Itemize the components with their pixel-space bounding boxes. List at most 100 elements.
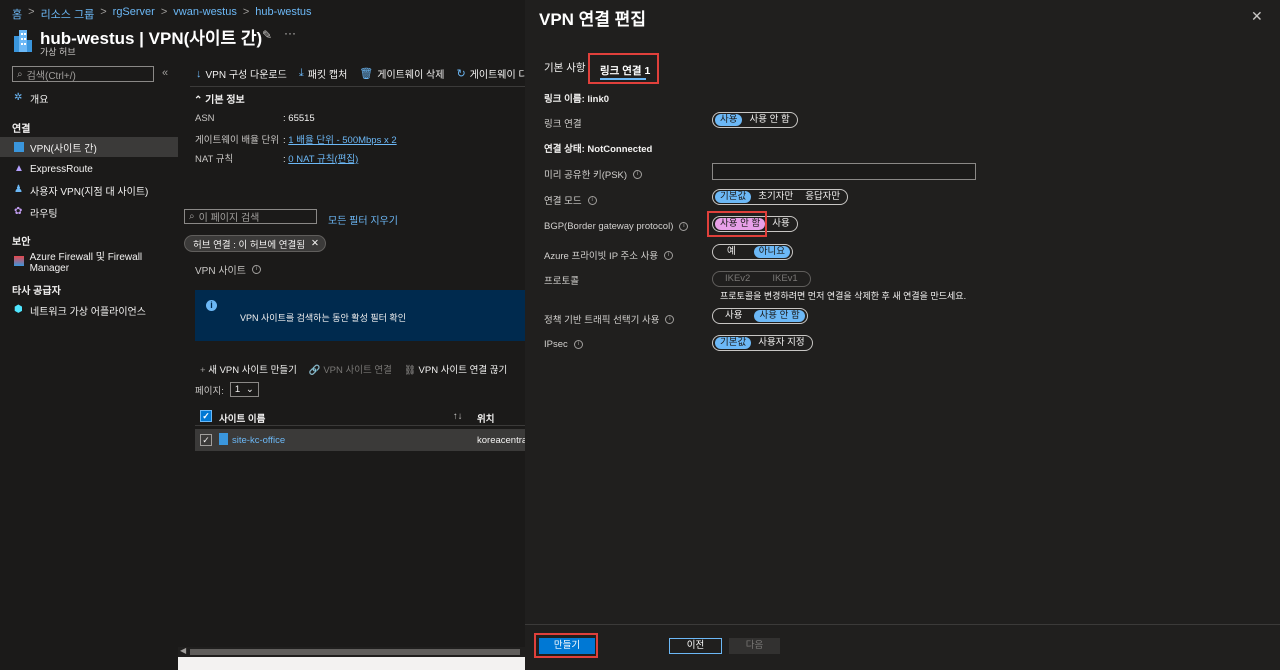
breadcrumb-separator: > (160, 6, 168, 18)
tab-basics[interactable]: 기본 사항 (544, 60, 586, 75)
toggle-option[interactable]: 사용 (767, 218, 794, 230)
sidebar-item-firewall[interactable]: Azure Firewall 및 Firewall Manager (0, 251, 178, 274)
next-button[interactable]: 다음 (729, 638, 780, 654)
info-icon[interactable]: i (679, 222, 689, 231)
toggle-option[interactable]: 응답자만 (800, 191, 845, 203)
toggle-option[interactable]: 사용자 지정 (753, 337, 809, 349)
breadcrumb-vwan[interactable]: vwan-westus (173, 6, 237, 22)
essentials-label: ASN (195, 113, 215, 124)
download-vpn-config-button[interactable]: ↓ VPN 구성 다운로드 (196, 66, 287, 82)
connection-mode-text: 연결 모드 (544, 196, 582, 207)
info-icon[interactable]: i (664, 250, 674, 260)
info-icon[interactable]: i (665, 314, 675, 324)
breadcrumb-home[interactable]: 홈 (12, 6, 22, 22)
select-all-checkbox[interactable]: ✓ (200, 410, 212, 422)
disconnect-vpn-site-button[interactable]: ⛓ VPN 사이트 연결 끊기 (404, 362, 507, 376)
create-vpn-site-button[interactable]: + 새 VPN 사이트 만들기 (200, 362, 297, 376)
sidebar-item-label: 사용자 VPN(지점 대 사이트) (30, 186, 149, 198)
essentials-heading: 기본 정보 (205, 95, 245, 106)
grid-header: ✓ 사이트 이름 ↑↓ 위치 (195, 406, 525, 426)
toggle-option[interactable]: 초기자만 (753, 191, 798, 203)
bgp-label: BGP(Border gateway protocol) i (544, 221, 689, 232)
sidebar-item-vpn-s2s[interactable]: VPN(사이트 간) (0, 137, 178, 157)
toggle-option[interactable]: 예 (715, 246, 752, 258)
collapse-sidebar-icon[interactable]: « (162, 67, 168, 79)
policy-selector-toggle[interactable]: 사용 사용 안 함 (712, 308, 808, 324)
page-select[interactable]: 1 ⌄ (229, 382, 259, 397)
sidebar-item-nva[interactable]: ⬢ 네트워크 가상 어플라이언스 (0, 300, 178, 320)
sidebar-item-label: 네트워크 가상 어플라이언스 (30, 306, 146, 318)
breadcrumb-resource-groups[interactable]: 리소스 그룹 (41, 6, 95, 22)
toggle-option[interactable]: IKEv1 (762, 273, 807, 285)
connection-mode-toggle[interactable]: 기본값 초기자만 응답자만 (712, 189, 849, 205)
private-ip-toggle[interactable]: 예 아니요 (712, 244, 793, 260)
toggle-option[interactable]: 사용 (715, 114, 743, 126)
horizontal-scrollbar[interactable]: ◀ (178, 646, 525, 657)
info-icon[interactable]: i (633, 169, 643, 179)
search-icon: ⌕ (17, 68, 23, 80)
connect-vpn-site-button[interactable]: 🔗 VPN 사이트 연결 (309, 362, 392, 376)
ipsec-toggle[interactable]: 기본값 사용자 지정 (712, 335, 813, 351)
tab-link-connection[interactable]: 링크 연결 1 (588, 53, 659, 84)
scrollbar-thumb[interactable] (190, 649, 520, 655)
delete-gateway-button[interactable]: 🗑 게이트웨이 삭제 (359, 66, 444, 81)
scroll-left-icon[interactable]: ◀ (180, 646, 186, 655)
firewall-icon (14, 256, 24, 266)
sidebar-search-input[interactable]: ⌕ 검색(Ctrl+/) (12, 66, 154, 82)
command-bar: ↓ VPN 구성 다운로드 ⤓ 패킷 캡처 🗑 게이트웨이 삭제 ↻ 게이트웨이 다시 (196, 66, 537, 81)
policy-selector-label: 정책 기반 트래픽 선택기 사용 i (544, 312, 675, 326)
plus-icon: + (200, 365, 206, 376)
nat-rules-link[interactable]: 0 NAT 규칙(편집) (288, 154, 358, 165)
close-icon[interactable]: ✕ (1251, 8, 1263, 25)
packet-capture-button[interactable]: ⤓ 패킷 캡처 (299, 66, 347, 81)
breadcrumb-rg[interactable]: rgServer (113, 6, 155, 22)
psk-input[interactable] (712, 163, 976, 180)
bgp-label-text: BGP(Border gateway protocol) (544, 221, 674, 232)
breadcrumb: 홈 > 리소스 그룹 > rgServer > vwan-westus > hub-we… (12, 6, 312, 22)
toggle-option[interactable]: 사용 안 함 (754, 310, 805, 322)
private-ip-label: Azure 프라이빗 IP 주소 사용 i (544, 248, 674, 262)
expressroute-icon: ▲ (14, 163, 24, 174)
link-connection-toggle[interactable]: 사용 사용 안 함 (712, 112, 798, 128)
close-icon[interactable]: ✕ (311, 238, 319, 249)
clear-filters-link[interactable]: 모든 필터 지우기 (328, 212, 398, 227)
info-icon[interactable]: i (587, 195, 597, 205)
toggle-option[interactable]: 기본값 (715, 337, 752, 349)
ipsec-label: IPsec i (544, 339, 583, 350)
pin-icon[interactable]: ✎ (262, 28, 272, 42)
info-banner: i VPN 사이트를 검색하는 동안 활성 필터 확인 (195, 290, 525, 341)
edit-vpn-connection-panel (525, 0, 1280, 670)
panel-title: VPN 연결 편집 (539, 10, 646, 29)
column-location[interactable]: 위치 (477, 411, 494, 425)
protocol-toggle[interactable]: IKEv2 IKEv1 (712, 271, 811, 287)
essentials-label: 게이트웨이 배율 단위 (195, 135, 279, 146)
page-search-input[interactable]: ⌕ 이 페이지 검색 (184, 209, 317, 224)
breadcrumb-hub[interactable]: hub-westus (255, 6, 311, 22)
previous-button[interactable]: 이전 (669, 638, 722, 654)
sidebar-item-label: VPN(사이트 간) (30, 143, 97, 155)
unlink-icon: ⛓ (403, 365, 416, 376)
sidebar-item-expressroute[interactable]: ▲ ExpressRoute (0, 159, 178, 179)
scale-units-link[interactable]: 1 배율 단위 - 500Mbps x 2 (288, 135, 396, 146)
filter-pill[interactable]: 허브 연결 : 이 허브에 연결됨 ✕ (184, 235, 326, 252)
sidebar-item-user-vpn[interactable]: ♟ 사용자 VPN(지점 대 사이트) (0, 180, 178, 200)
sidebar-item-routing[interactable]: ✿ 라우팅 (0, 202, 178, 222)
sidebar-item-overview[interactable]: ✲ 개요 (0, 88, 178, 108)
toggle-option[interactable]: IKEv2 (715, 273, 760, 285)
toggle-option[interactable]: 사용 (715, 310, 752, 322)
essentials-toggle[interactable]: ⌃ 기본 정보 (194, 91, 245, 106)
toolbar-label: VPN 구성 다운로드 (205, 70, 287, 81)
info-icon[interactable]: i (573, 340, 583, 349)
toggle-option[interactable]: 사용 안 함 (744, 114, 794, 126)
psk-label-text: 미리 공유한 키(PSK) (544, 170, 628, 181)
sort-icon[interactable]: ↑↓ (453, 411, 463, 422)
site-name-link[interactable]: site-kc-office (232, 435, 285, 446)
chevron-down-icon: ⌄ (245, 384, 254, 395)
toggle-option[interactable]: 아니요 (753, 246, 790, 258)
info-icon[interactable]: i (251, 265, 261, 274)
row-checkbox[interactable]: ✓ (200, 434, 212, 446)
column-site-name[interactable]: 사이트 이름 (219, 411, 265, 425)
table-row[interactable]: ✓ site-kc-office koreacentral (195, 429, 529, 451)
more-icon[interactable]: ··· (284, 26, 296, 40)
toggle-option[interactable]: 기본값 (715, 191, 752, 203)
